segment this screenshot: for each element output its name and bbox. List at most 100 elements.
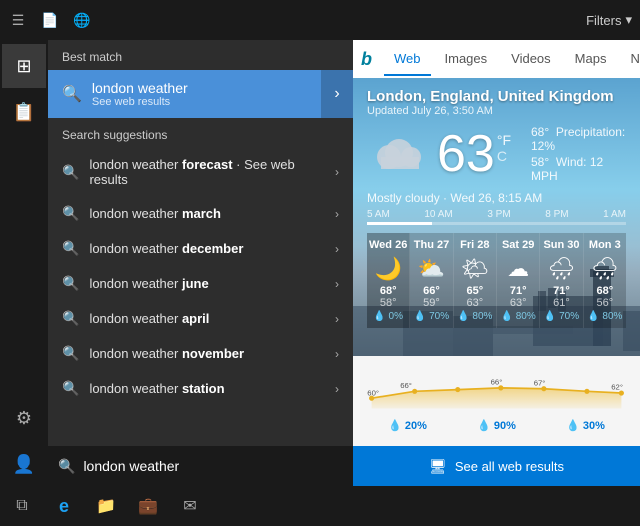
suggestion-text-6: london weather station bbox=[89, 381, 335, 396]
filters-button[interactable]: Filters ▾ bbox=[586, 12, 632, 28]
forecast-low-1: 59° bbox=[423, 297, 440, 309]
forecast-thu[interactable]: Thu 27 ⛅ 66° 59° 💧 70% bbox=[410, 233, 453, 328]
forecast-icon-5: 🌧 bbox=[591, 256, 619, 282]
forecast-high-0: 68° bbox=[380, 285, 397, 297]
chart-area: 66° 66° 67° 62° 60° 💧 20% 💧 90% 💧 30% bbox=[353, 356, 640, 446]
see-all-button[interactable]: 🖥 See all web results bbox=[353, 446, 640, 486]
weather-panel: b Web Images Videos Maps News bbox=[353, 40, 640, 486]
suggestion-item-april[interactable]: 🔍 london weather april › bbox=[48, 301, 353, 336]
suggestion-item-forecast[interactable]: 🔍 london weather forecast · See web resu… bbox=[48, 148, 353, 196]
sidebar: Best match 🔍 london weather See web resu… bbox=[48, 40, 353, 486]
timeline-1am: 1 AM bbox=[603, 209, 626, 220]
mail-icon[interactable]: ✉ bbox=[176, 492, 204, 520]
nav-home-icon[interactable]: ⊞ bbox=[2, 44, 46, 88]
nav-settings-icon[interactable]: ⚙ bbox=[2, 396, 46, 440]
tab-images[interactable]: Images bbox=[435, 43, 498, 76]
tab-web[interactable]: Web bbox=[384, 43, 431, 76]
timeline-3pm: 3 PM bbox=[487, 209, 510, 220]
globe-icon[interactable]: 🌐 bbox=[72, 10, 92, 30]
suggestion-text-0: london weather forecast · See web result… bbox=[89, 157, 335, 187]
suggestion-text-4: london weather april bbox=[89, 311, 335, 326]
forecast-row: Wed 26 🌙 68° 58° 💧 0% Thu 27 ⛅ 66° 59° 💧… bbox=[367, 233, 626, 328]
best-match-arrow-icon[interactable]: › bbox=[321, 70, 353, 118]
forecast-precip-2: 💧 80% bbox=[457, 311, 492, 322]
suggestion-arrow-3: › bbox=[335, 277, 339, 291]
weather-updated: Updated July 26, 3:50 AM bbox=[367, 105, 626, 117]
forecast-sat[interactable]: Sat 29 ☁ 71° 63° 💧 80% bbox=[497, 233, 540, 328]
suggestion-item-march[interactable]: 🔍 london weather march › bbox=[48, 196, 353, 231]
best-match-subtitle: See web results bbox=[92, 96, 339, 108]
forecast-low-3: 63° bbox=[510, 297, 527, 309]
forecast-day-name-0: Wed 26 bbox=[369, 239, 407, 251]
weather-unit-f: °F bbox=[497, 132, 511, 148]
suggestion-arrow-6: › bbox=[335, 382, 339, 396]
see-all-label: See all web results bbox=[455, 459, 564, 474]
store-icon[interactable]: 💼 bbox=[134, 492, 162, 520]
suggestion-arrow-5: › bbox=[335, 347, 339, 361]
temperature-chart: 66° 66° 67° 62° 60° bbox=[363, 362, 630, 412]
suggestion-item-december[interactable]: 🔍 london weather december › bbox=[48, 231, 353, 266]
forecast-fri[interactable]: Fri 28 🌤 65° 63° 💧 80% bbox=[454, 233, 497, 328]
forecast-high-1: 66° bbox=[423, 285, 440, 297]
chart-precip-2: 💧 90% bbox=[477, 419, 516, 432]
best-match-item[interactable]: 🔍 london weather See web results › bbox=[48, 70, 353, 118]
chart-labels: 💧 20% 💧 90% 💧 30% bbox=[363, 419, 630, 432]
nav-notes-icon[interactable]: 📋 bbox=[2, 90, 46, 134]
suggestion-search-icon-0: 🔍 bbox=[62, 164, 79, 181]
weather-condition: Mostly cloudy · Wed 26, 8:15 AM bbox=[367, 191, 626, 205]
forecast-high-5: 68° bbox=[596, 285, 613, 297]
edge-icon[interactable]: e bbox=[50, 492, 78, 520]
suggestion-search-icon-5: 🔍 bbox=[62, 345, 79, 362]
taskview-icon[interactable]: ⧉ bbox=[8, 492, 36, 520]
suggestion-item-november[interactable]: 🔍 london weather november › bbox=[48, 336, 353, 371]
weather-high-low: 68° Precipitation: 12% bbox=[531, 125, 626, 153]
suggestion-arrow-4: › bbox=[335, 312, 339, 326]
forecast-day-name-4: Sun 30 bbox=[543, 239, 579, 251]
svg-text:60°: 60° bbox=[367, 389, 379, 398]
search-input[interactable] bbox=[83, 458, 343, 474]
forecast-day-name-2: Fri 28 bbox=[460, 239, 489, 251]
forecast-mon[interactable]: Mon 3 🌧 68° 56° 💧 80% bbox=[584, 233, 626, 328]
weather-bg: London, England, United Kingdom Updated … bbox=[353, 78, 640, 356]
bing-tabs: b Web Images Videos Maps News bbox=[353, 40, 640, 78]
weather-temperature: 63 bbox=[437, 128, 495, 180]
forecast-day-name-3: Sat 29 bbox=[502, 239, 534, 251]
suggestion-search-icon-2: 🔍 bbox=[62, 240, 79, 257]
forecast-high-3: 71° bbox=[510, 285, 527, 297]
forecast-high-2: 65° bbox=[467, 285, 484, 297]
forecast-icon-4: 🌧 bbox=[548, 256, 576, 282]
document-icon[interactable]: 📄 bbox=[40, 10, 60, 30]
weather-icon bbox=[367, 129, 427, 179]
tab-videos[interactable]: Videos bbox=[501, 43, 561, 76]
svg-text:66°: 66° bbox=[491, 377, 503, 386]
search-bar: 🔍 bbox=[48, 446, 353, 486]
forecast-icon-0: 🌙 bbox=[374, 256, 401, 282]
suggestion-item-june[interactable]: 🔍 london weather june › bbox=[48, 266, 353, 301]
best-match-content: london weather See web results bbox=[92, 80, 339, 108]
weather-temp-block: 63 °F C bbox=[437, 128, 511, 180]
suggestion-text-5: london weather november bbox=[89, 346, 335, 361]
suggestion-text-3: london weather june bbox=[89, 276, 335, 291]
suggestion-item-station[interactable]: 🔍 london weather station › bbox=[48, 371, 353, 406]
tab-news[interactable]: News bbox=[620, 43, 640, 76]
nav-person-icon[interactable]: 👤 bbox=[2, 442, 46, 486]
forecast-icon-1: ⛅ bbox=[418, 256, 445, 282]
chart-precip-1: 💧 20% bbox=[388, 419, 427, 432]
forecast-high-4: 71° bbox=[553, 285, 570, 297]
forecast-sun[interactable]: Sun 30 🌧 71° 61° 💧 70% bbox=[540, 233, 583, 328]
suggestion-search-icon-3: 🔍 bbox=[62, 275, 79, 292]
forecast-wed[interactable]: Wed 26 🌙 68° 58° 💧 0% bbox=[367, 233, 410, 328]
forecast-precip-0: 💧 0% bbox=[373, 311, 403, 322]
explorer-icon[interactable]: 📁 bbox=[92, 492, 120, 520]
weather-unit-c: C bbox=[497, 148, 511, 164]
forecast-precip-5: 💧 80% bbox=[587, 311, 622, 322]
svg-text:62°: 62° bbox=[611, 383, 623, 392]
hamburger-icon[interactable]: ☰ bbox=[8, 10, 28, 30]
timeline-8pm: 8 PM bbox=[545, 209, 568, 220]
tab-maps[interactable]: Maps bbox=[565, 43, 617, 76]
forecast-precip-3: 💧 80% bbox=[501, 311, 536, 322]
chevron-down-icon: ▾ bbox=[625, 12, 632, 28]
suggestion-text-2: london weather december bbox=[89, 241, 335, 256]
forecast-low-0: 58° bbox=[380, 297, 397, 309]
svg-text:66°: 66° bbox=[400, 381, 412, 390]
